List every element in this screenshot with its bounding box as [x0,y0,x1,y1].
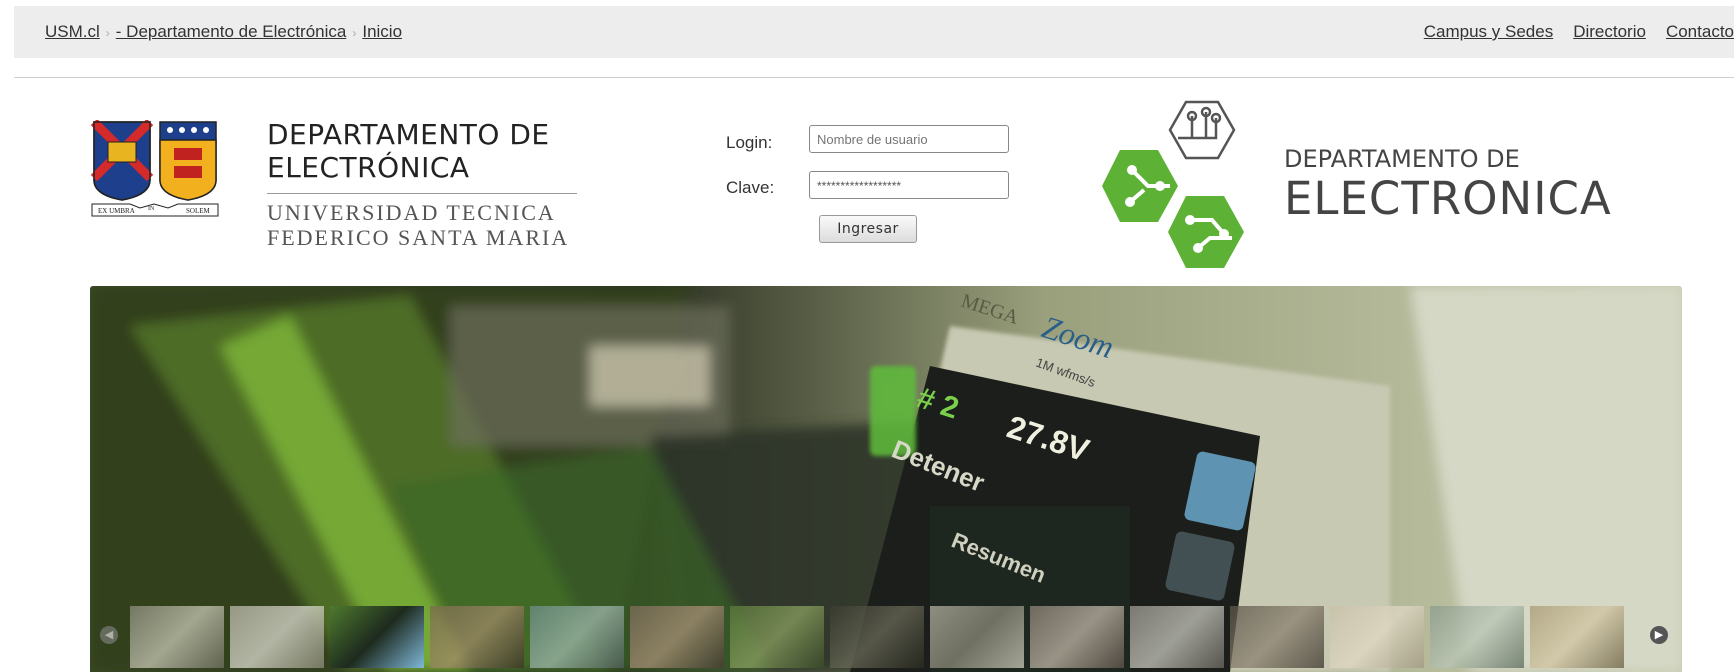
header-divider [14,77,1734,78]
thumbnail-9[interactable] [930,606,1024,668]
contact-link[interactable]: Contacto [1666,22,1734,41]
title-divider [267,193,577,194]
department-title-line1: DEPARTAMENTO DE [267,118,550,151]
university-title-block[interactable]: DEPARTAMENTO DE ELECTRÓNICA UNIVERSIDAD … [267,118,587,250]
department-circuit-logo[interactable] [1100,98,1280,270]
directory-link[interactable]: Directorio [1573,22,1646,41]
department-logo-line1: DEPARTAMENTO DE [1284,145,1520,173]
campus-link[interactable]: Campus y Sedes [1424,22,1553,41]
department-logo-line2: ELECTRONICA [1284,172,1612,225]
university-name-line2: FEDERICO SANTA MARIA [267,225,570,250]
slider-prev-arrow-icon[interactable]: ◀ [100,626,118,644]
university-name-line1: UNIVERSIDAD TECNICA [267,200,556,225]
breadcrumb: USM.cl › - Departamento de Electrónica › Ini… [45,22,402,42]
login-label: Login: [726,133,773,152]
thumbnail-8[interactable] [830,606,924,668]
department-logo-text: DEPARTAMENTO DE ELECTRONICA [1284,145,1612,225]
university-crest-logo[interactable]: EX UMBRA IN SOLEM [90,120,220,220]
thumbnail-14[interactable] [1430,606,1524,668]
thumbnail-15[interactable] [1530,606,1624,668]
crest-motto-right: SOLEM [186,207,211,215]
thumbnail-6[interactable] [630,606,724,668]
slider-next-arrow-icon[interactable]: ▶ [1650,626,1668,644]
crest-motto-mid: IN [148,206,155,212]
breadcrumb-inicio[interactable]: Inicio [362,22,402,41]
thumbnail-13[interactable] [1330,606,1424,668]
top-bar: USM.cl › - Departamento de Electrónica › Ini… [14,6,1734,58]
thumbnail-2[interactable] [230,606,324,668]
hero-slider[interactable]: MEGA Zoom 1M wfms/s # 2 27.8V Detener Re… [90,286,1682,672]
thumbnail-10[interactable] [1030,606,1124,668]
breadcrumb-separator: › [105,26,110,40]
thumbnail-12[interactable] [1230,606,1324,668]
thumbnail-4[interactable] [430,606,524,668]
breadcrumb-department[interactable]: - Departamento de Electrónica [116,22,347,41]
thumbnail-1[interactable] [130,606,224,668]
breadcrumb-usm[interactable]: USM.cl [45,22,100,41]
thumbnail-7[interactable] [730,606,824,668]
thumbnail-3[interactable] [330,606,424,668]
thumbnail-strip [130,606,1630,668]
password-label: Clave: [726,178,775,197]
breadcrumb-separator: › [352,26,357,40]
crest-motto-left: EX UMBRA [98,207,135,215]
thumbnail-5[interactable] [530,606,624,668]
login-submit-button[interactable]: Ingresar [819,215,917,243]
password-input[interactable]: ****************** [809,171,1009,199]
username-input[interactable] [809,125,1009,153]
department-title-line2: ELECTRÓNICA [267,151,470,184]
thumbnail-11[interactable] [1130,606,1224,668]
top-links: Campus y Sedes Directorio Contacto [1404,22,1734,42]
